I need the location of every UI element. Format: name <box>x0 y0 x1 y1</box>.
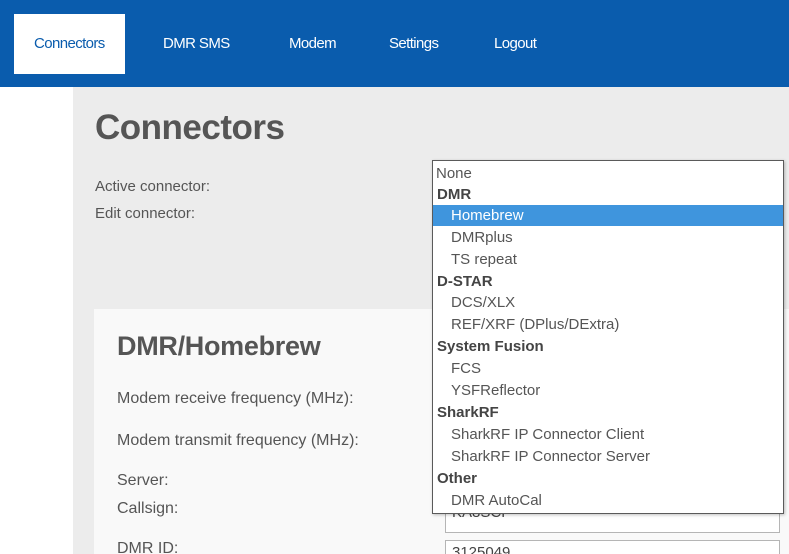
tab-settings[interactable]: Settings <box>369 14 458 74</box>
dmr-id-input[interactable]: 3125049 <box>445 540 780 554</box>
optgroup-dstar: D-STAR <box>437 273 493 290</box>
option-sharkrf-client[interactable]: SharkRF IP Connector Client <box>433 424 783 445</box>
tab-modem[interactable]: Modem <box>269 14 356 74</box>
option-ts-repeat[interactable]: TS repeat <box>433 249 783 270</box>
option-sharkrf-server[interactable]: SharkRF IP Connector Server <box>433 446 783 467</box>
top-navbar: Connectors DMR SMS Modem Settings Logout <box>0 0 789 87</box>
tab-connectors[interactable]: Connectors <box>14 14 125 74</box>
callsign-label: Callsign: <box>117 500 179 517</box>
server-label: Server: <box>117 472 169 489</box>
dmr-id-label: DMR ID: <box>117 540 179 554</box>
rx-frequency-label: Modem receive frequency (MHz): <box>117 390 354 407</box>
option-dmrplus[interactable]: DMRplus <box>433 227 783 248</box>
option-homebrew[interactable]: Homebrew <box>433 205 783 226</box>
option-ref-xrf[interactable]: REF/XRF (DPlus/DExtra) <box>433 314 783 335</box>
card-title: DMR/Homebrew <box>117 331 321 361</box>
optgroup-system-fusion: System Fusion <box>437 338 544 355</box>
option-dmr-autocal[interactable]: DMR AutoCal <box>433 490 783 511</box>
tx-frequency-label: Modem transmit frequency (MHz): <box>117 432 359 449</box>
tab-logout[interactable]: Logout <box>474 14 556 74</box>
active-connector-dropdown[interactable]: None DMR Homebrew DMRplus TS repeat D-ST… <box>432 160 784 514</box>
option-none[interactable]: None <box>433 163 783 184</box>
edit-connector-label: Edit connector: <box>95 205 196 222</box>
optgroup-other: Other <box>437 470 478 487</box>
option-dcs-xlx[interactable]: DCS/XLX <box>433 292 783 313</box>
option-ysfreflector[interactable]: YSFReflector <box>433 380 783 401</box>
optgroup-dmr: DMR <box>437 186 472 203</box>
optgroup-sharkrf: SharkRF <box>437 404 499 421</box>
page-title: Connectors <box>95 108 285 147</box>
tab-dmr-sms[interactable]: DMR SMS <box>143 14 250 74</box>
active-connector-label: Active connector: <box>95 178 211 195</box>
option-fcs[interactable]: FCS <box>433 358 783 379</box>
